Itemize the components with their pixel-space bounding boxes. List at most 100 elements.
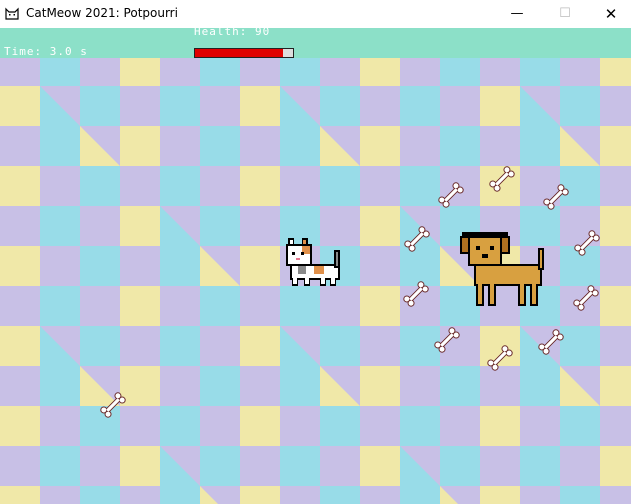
floor-tile [240,326,280,366]
floor-tile [440,58,480,86]
floor-tile [440,366,480,406]
floor-tile [400,486,440,504]
cat-app-icon [5,7,19,20]
floor-tile [400,326,440,366]
floor-tile [240,446,280,486]
floor-tile [80,58,120,86]
floor-tile [160,166,200,206]
floor-tile [240,126,280,166]
floor-tile [200,206,240,246]
floor-tile [480,126,520,166]
floor-tile [280,366,320,406]
floor-tile [560,406,600,446]
floor-tile [80,406,120,446]
floor-tile [120,126,160,166]
floor-tile [360,366,400,406]
floor-tile [0,406,40,446]
floor-tile [80,486,120,504]
floor-tile [40,406,80,446]
floor-tile [600,486,631,504]
floor-tile [120,366,160,406]
floor-tile [360,446,400,486]
floor-tile [200,406,240,446]
floor-tile [120,86,160,126]
floor-tile [560,58,600,86]
floor-tile [320,406,360,446]
floor-tile [120,206,160,246]
floor-tile [520,366,560,406]
floor-tile [360,206,400,246]
floor-tile [0,166,40,206]
floor-tile [0,246,40,286]
game-canvas[interactable] [0,58,631,504]
floor-tile [320,446,360,486]
close-button[interactable]: ✕ [588,0,631,28]
floor-tile [280,286,320,326]
floor-tile [0,366,40,406]
floor-tile [320,58,360,86]
floor-tile [360,286,400,326]
floor-tile [200,366,240,406]
floor-tile [280,206,320,246]
floor-tile [160,246,200,286]
floor-tile [320,286,360,326]
minimize-button[interactable]: — [494,0,540,28]
floor-tile [0,446,40,486]
floor-tile [360,326,400,366]
floor-tile [400,246,440,286]
hud-bar: Health: 90 Time: 3.0 s [0,25,631,58]
floor-tile [560,326,600,366]
floor-tile [280,446,320,486]
maximize-button[interactable]: ☐ [542,0,588,28]
floor-tile [280,166,320,206]
floor-tile [120,326,160,366]
floor-tile [280,406,320,446]
floor-tile [40,286,80,326]
floor-tile [0,206,40,246]
floor-tile [440,446,480,486]
floor-tile [480,366,520,406]
floor-tile [400,58,440,86]
floor-tile [200,86,240,126]
floor-tile [360,58,400,86]
floor-tile [0,326,40,366]
health-label: Health: 90 [194,25,271,38]
floor-tile [240,86,280,126]
floor-tile [160,286,200,326]
floor-tile [200,286,240,326]
floor-tile [360,246,400,286]
floor-tile [160,406,200,446]
floor-tile [40,366,80,406]
floor-tile [320,206,360,246]
floor-tile [320,326,360,366]
health-bar [194,48,294,58]
floor-tile [440,326,480,366]
floor-tile [240,166,280,206]
floor-tile [40,166,80,206]
floor-tile [80,446,120,486]
floor-tile [0,126,40,166]
floor-tile [440,406,480,446]
floor-tile [240,486,280,504]
floor-tile [80,206,120,246]
floor-tile [400,406,440,446]
floor-tile [480,486,520,504]
floor-tile [600,126,631,166]
floor-tile [600,58,631,86]
floor-tile [200,126,240,166]
floor-tile [240,246,280,286]
floor-tile [520,406,560,446]
floor-tile [240,366,280,406]
floor-tile [520,126,560,166]
floor-tile [120,486,160,504]
floor-tile [160,86,200,126]
time-label: Time: 3.0 s [4,45,88,58]
floor-tile [0,86,40,126]
floor-tile [480,446,520,486]
floor-tile [200,326,240,366]
floor-tile [80,166,120,206]
floor-tile [400,126,440,166]
floor-tile [520,58,560,86]
floor-tile [560,86,600,126]
floor-tile [280,58,320,86]
